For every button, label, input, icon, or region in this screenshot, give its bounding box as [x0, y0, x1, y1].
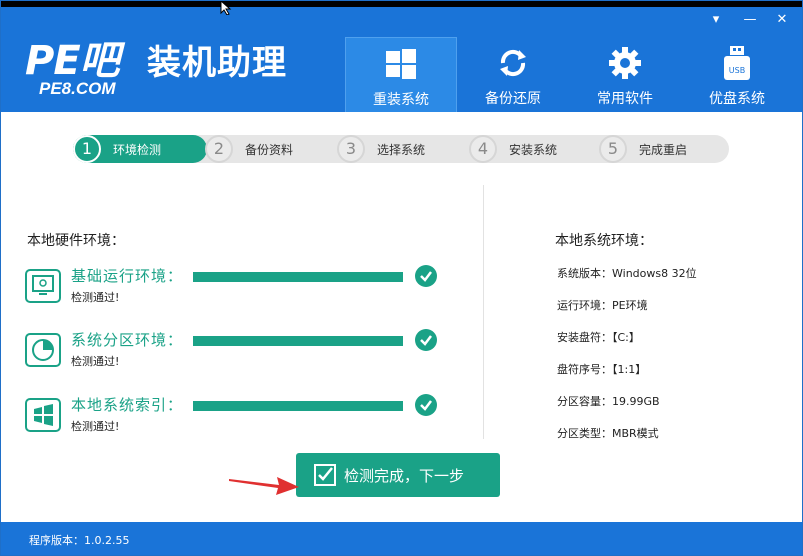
nav-label: 重装系统 [373, 92, 429, 108]
step-number: 1 [73, 135, 101, 163]
svg-text:USB: USB [729, 66, 745, 75]
refresh-icon [500, 49, 526, 77]
check-name: 基础运行环境： [71, 267, 184, 285]
sys-row-partition-type: 分区类型：MBR模式 [557, 425, 659, 441]
sys-label: 分区容量： [557, 395, 612, 408]
sys-row-drive: 安装盘符：【C:】 [557, 329, 640, 345]
checkmark-icon [415, 394, 437, 416]
check-row-partition: 系统分区环境： 检测通过! [25, 329, 465, 379]
pie-chart-icon [25, 333, 61, 367]
nav-label: 备份还原 [485, 91, 541, 107]
check-progress-bar [193, 272, 403, 282]
hardware-section-title: 本地硬件环境： [27, 233, 125, 249]
check-status: 检测通过! [71, 355, 120, 368]
header-bar: PE吧 PE8.COM 装机助理 ▾ — ✕ 重装系统 备份还原 常用软件 US… [1, 1, 802, 112]
sys-row-env: 运行环境：PE环境 [557, 297, 648, 313]
check-row-basic: 基础运行环境： 检测通过! [25, 265, 465, 315]
sys-label: 安装盘符： [557, 331, 612, 344]
sys-label: 分区类型： [557, 427, 612, 440]
step-label: 选择系统 [377, 142, 426, 157]
usb-icon: USB [724, 46, 750, 80]
sys-row-capacity: 分区容量：19.99GB [557, 393, 660, 409]
windows-logo-icon [25, 398, 61, 432]
check-progress-bar [193, 401, 403, 411]
sys-value: 【1:1】 [612, 363, 647, 376]
app-logo: PE吧 PE8.COM 装机助理 [25, 39, 325, 105]
logo-main-text: PE吧 [25, 38, 120, 84]
close-icon[interactable]: ✕ [771, 11, 793, 29]
nav-item-backup[interactable]: 备份还原 [457, 37, 569, 112]
step-label: 备份资料 [245, 142, 294, 157]
sys-value: MBR模式 [612, 427, 659, 440]
top-edge [1, 1, 802, 7]
step-2[interactable]: 2 备份资料 [205, 135, 293, 163]
next-step-label: 检测完成，下一步 [344, 467, 465, 485]
step-4[interactable]: 4 安装系统 [469, 135, 557, 163]
minimize-icon[interactable]: — [739, 11, 761, 29]
menu-dropdown-icon[interactable]: ▾ [705, 11, 727, 29]
sys-value: PE环境 [612, 299, 648, 312]
step-1[interactable]: 1 环境检测 [73, 135, 207, 163]
step-label: 环境检测 [113, 142, 162, 157]
nav-item-reinstall[interactable]: 重装系统 [345, 37, 457, 112]
red-arrow-annotation [229, 477, 299, 495]
monitor-icon [25, 269, 61, 303]
checkmark-icon [415, 265, 437, 287]
nav-label: 常用软件 [597, 91, 653, 107]
mouse-cursor-icon [220, 1, 232, 15]
check-name: 本地系统索引： [71, 396, 184, 414]
step-5[interactable]: 5 完成重启 [599, 135, 687, 163]
sys-row-drive-index: 盘符序号：【1:1】 [557, 361, 646, 377]
step-number: 3 [337, 135, 365, 163]
windows-icon [386, 49, 416, 79]
sys-label: 盘符序号： [557, 363, 612, 376]
check-status: 检测通过! [71, 291, 120, 304]
sys-value: Windows8 32位 [612, 267, 697, 280]
panel-divider [483, 185, 484, 439]
check-status: 检测通过! [71, 420, 120, 433]
gear-icon [609, 47, 641, 79]
logo-sub-text: PE8.COM [39, 79, 116, 98]
sys-value: 【C:】 [612, 331, 640, 344]
nav-item-software[interactable]: 常用软件 [569, 37, 681, 112]
app-title: 装机助理 [147, 43, 287, 83]
check-progress-bar [193, 336, 403, 346]
sys-value: 19.99GB [612, 395, 660, 408]
sys-row-version: 系统版本：Windows8 32位 [557, 265, 697, 281]
step-progress: 1 环境检测 2 备份资料 3 选择系统 4 安装系统 5 完成重启 [73, 135, 729, 163]
checkbox-icon [314, 464, 336, 486]
checkmark-icon [415, 329, 437, 351]
nav-label: 优盘系统 [709, 91, 765, 107]
step-number: 5 [599, 135, 627, 163]
footer-bar: 程序版本：1.0.2.55 [1, 522, 802, 555]
nav-item-usb[interactable]: USB 优盘系统 [681, 37, 793, 112]
step-number: 4 [469, 135, 497, 163]
check-row-index: 本地系统索引： 检测通过! [25, 394, 465, 444]
step-3[interactable]: 3 选择系统 [337, 135, 425, 163]
check-name: 系统分区环境： [71, 331, 184, 349]
sys-label: 运行环境： [557, 299, 612, 312]
main-nav: 重装系统 备份还原 常用软件 USB 优盘系统 [345, 37, 793, 112]
step-label: 完成重启 [639, 142, 688, 157]
system-section-title: 本地系统环境： [555, 233, 653, 249]
step-label: 安装系统 [509, 142, 558, 157]
program-version: 程序版本：1.0.2.55 [29, 534, 130, 547]
sys-label: 系统版本： [557, 267, 612, 280]
app-window: PE吧 PE8.COM 装机助理 ▾ — ✕ 重装系统 备份还原 常用软件 US… [0, 0, 803, 556]
next-step-button[interactable]: 检测完成，下一步 [296, 453, 500, 497]
step-number: 2 [205, 135, 233, 163]
